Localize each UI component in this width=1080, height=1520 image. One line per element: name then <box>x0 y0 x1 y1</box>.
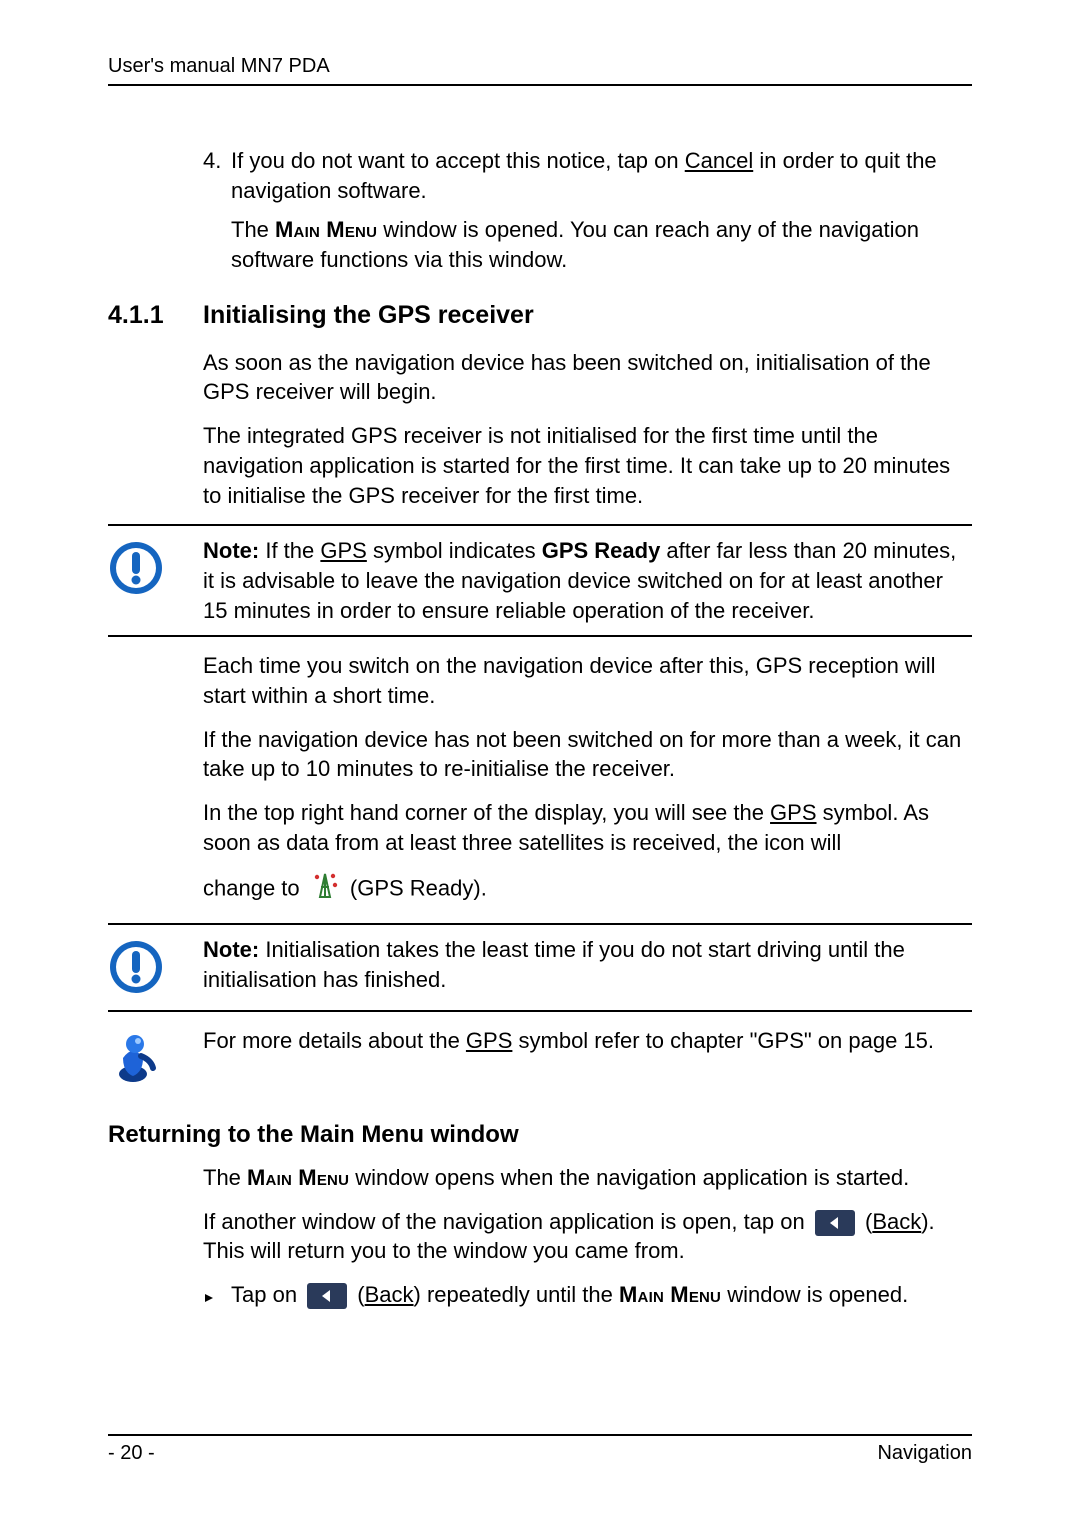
body-column: 4. If you do not want to accept this not… <box>203 146 972 275</box>
main-menu-label: Main Menu <box>619 1282 721 1307</box>
paragraph: If the navigation device has not been sw… <box>203 725 972 784</box>
list-item-4: 4. If you do not want to accept this not… <box>203 146 972 205</box>
page-number: - 20 - <box>108 1442 155 1465</box>
info-text: For more details about the GPS symbol re… <box>203 1026 934 1056</box>
section-title: Initialising the GPS receiver <box>203 301 534 330</box>
paragraph: change to (GPS Ready). <box>203 871 972 909</box>
header-text: User's manual MN7 PDA <box>108 55 330 77</box>
subsection-heading: Returning to the Main Menu window <box>108 1121 972 1149</box>
section-number: 4.1.1 <box>108 301 203 330</box>
bullet-marker <box>203 1280 231 1312</box>
footer-chapter: Navigation <box>877 1442 972 1465</box>
note-block: Note: Initialisation takes the least tim… <box>108 923 972 1012</box>
page-content: User's manual MN7 PDA 4. If you do not w… <box>108 55 972 1465</box>
info-row: For more details about the GPS symbol re… <box>108 1026 972 1091</box>
section-heading: 4.1.1 Initialising the GPS receiver <box>108 301 972 330</box>
page-footer: - 20 - Navigation <box>108 1434 972 1465</box>
list-number: 4. <box>203 146 231 205</box>
info-exclamation-icon <box>108 540 164 601</box>
note-block: Note: If the GPS symbol indicates GPS Re… <box>108 524 972 637</box>
paragraph: The Main Menu window is opened. You can … <box>231 215 972 274</box>
paragraph: The integrated GPS receiver is not initi… <box>203 421 972 510</box>
list-text: If you do not want to accept this notice… <box>231 146 972 205</box>
paragraph: The Main Menu window opens when the navi… <box>203 1163 972 1193</box>
info-exclamation-icon <box>108 939 164 1000</box>
back-button-icon <box>307 1283 347 1309</box>
paragraph: As soon as the navigation device has bee… <box>203 348 972 407</box>
paragraph: If another window of the navigation appl… <box>203 1207 972 1266</box>
cancel-link: Cancel <box>685 148 753 173</box>
reference-3d-icon <box>108 1028 158 1091</box>
main-menu-label: Main Menu <box>247 1165 349 1190</box>
page-header: User's manual MN7 PDA <box>108 55 972 86</box>
bullet-item: Tap on (Back) repeatedly until the Main … <box>203 1280 972 1312</box>
note-text: Note: Initialisation takes the least tim… <box>203 935 972 994</box>
main-menu-label: Main Menu <box>275 217 377 242</box>
bullet-text: Tap on (Back) repeatedly until the Main … <box>231 1280 908 1312</box>
note-text: Note: If the GPS symbol indicates GPS Re… <box>203 536 972 625</box>
gps-ready-satellite-icon <box>312 871 338 909</box>
paragraph: In the top right hand corner of the disp… <box>203 798 972 857</box>
back-button-icon <box>815 1210 855 1236</box>
paragraph: Each time you switch on the navigation d… <box>203 651 972 710</box>
